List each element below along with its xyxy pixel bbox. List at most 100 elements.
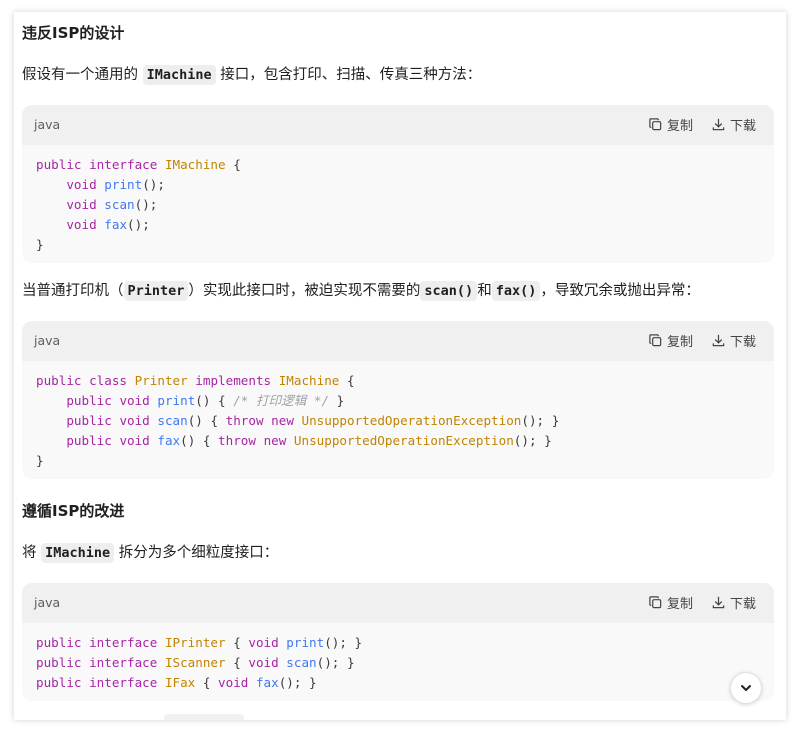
keyword-token: class — [89, 373, 128, 388]
code-line: public interface IMachine { — [36, 155, 760, 175]
code-block-header: java 复制 下载 — [22, 583, 774, 623]
code-block-header: java 复制 下载 — [22, 105, 774, 145]
code-line: } — [36, 451, 760, 471]
section-heading-violate-isp: 违反ISP的设计 — [22, 24, 125, 42]
code-line: public interface IPrinter { void print()… — [36, 633, 760, 653]
class-name-token: IFax — [164, 675, 196, 690]
class-name-token: Printer — [134, 373, 188, 388]
keyword-token: public — [36, 373, 82, 388]
code-text-token: (); } — [278, 675, 317, 690]
code-text-token: () { — [195, 393, 234, 408]
code-body: public class Printer implements IMachine… — [22, 361, 774, 479]
inline-code-scan: scan() — [420, 281, 478, 301]
copy-button[interactable]: 复制 — [648, 115, 693, 134]
code-text-token: (); } — [521, 413, 560, 428]
code-block-printer: java 复制 下载 public class Printer implemen… — [22, 321, 774, 479]
intro-paragraph: 假设有一个通用的 IMachine 接口，包含打印、扫描、传真三种方法： — [22, 64, 481, 86]
keyword-token: interface — [89, 655, 158, 670]
code-text-token: { — [225, 655, 249, 670]
keyword-token: public — [36, 675, 82, 690]
download-button[interactable]: 下载 — [711, 593, 756, 612]
keyword-token: void — [119, 413, 150, 428]
class-name-token: IScanner — [164, 655, 226, 670]
keyword-token: public — [36, 635, 82, 650]
code-text-token: { — [225, 635, 249, 650]
download-button[interactable]: 下载 — [711, 115, 756, 134]
function-token: scan — [157, 413, 188, 428]
copy-icon — [649, 334, 662, 347]
keyword-token: new — [263, 433, 287, 448]
chat-response-content: 违反ISP的设计 假设有一个通用的 IMachine 接口，包含打印、扫描、传真… — [14, 12, 786, 720]
code-text-token: } — [36, 453, 44, 468]
download-button[interactable]: 下载 — [711, 331, 756, 350]
copy-label: 复制 — [666, 597, 693, 612]
keyword-token: public — [36, 157, 82, 172]
keyword-token: interface — [89, 675, 158, 690]
code-language-label: java — [34, 333, 61, 348]
function-token: fax — [255, 675, 279, 690]
code-text-token: } — [36, 237, 44, 252]
printer-text-3: 和 — [477, 283, 492, 299]
scroll-to-bottom-button[interactable] — [730, 672, 762, 704]
code-text-token: (); — [127, 217, 150, 232]
printer-text-4: ，导致冗余或抛出异常： — [540, 283, 700, 299]
keyword-token: void — [119, 393, 150, 408]
code-line: } — [36, 235, 760, 255]
code-line: public class Printer implements IMachine… — [36, 371, 760, 391]
copy-button[interactable]: 复制 — [648, 331, 693, 350]
keyword-token: throw — [225, 413, 264, 428]
copy-icon — [649, 596, 662, 609]
keyword-token: void — [248, 635, 279, 650]
code-language-label: java — [34, 595, 61, 610]
code-text-token: { — [225, 157, 241, 172]
inline-code-printer: Printer — [123, 281, 189, 301]
keyword-token: throw — [218, 433, 256, 448]
class-name-token: UnsupportedOperationException — [301, 413, 522, 428]
function-token: scan — [286, 655, 317, 670]
code-line: public void scan() { throw new Unsupport… — [36, 411, 760, 431]
download-icon — [712, 118, 725, 131]
section-heading-follow-isp: 遵循ISP的改进 — [22, 502, 125, 520]
next-inline-code-partial — [164, 714, 244, 720]
chevron-down-icon — [741, 685, 751, 691]
inline-code-imachine: IMachine — [41, 543, 115, 563]
split-text-after: 拆分为多个细粒度接口： — [118, 545, 279, 561]
code-block-split-interfaces: java 复制 下载 public interface IPrinter { v… — [22, 583, 774, 701]
code-line: void scan(); — [36, 195, 760, 215]
code-line: public interface IFax { void fax(); } — [36, 673, 760, 693]
copy-button[interactable]: 复制 — [648, 593, 693, 612]
code-body: public interface IPrinter { void print()… — [22, 623, 774, 701]
keyword-token: void — [218, 675, 249, 690]
keyword-token: void — [119, 433, 150, 448]
keyword-token: interface — [89, 157, 158, 172]
comment-token: /* 打印逻辑 */ — [233, 393, 330, 408]
function-token: print — [157, 393, 196, 408]
keyword-token: public — [36, 655, 82, 670]
code-line: void print(); — [36, 175, 760, 195]
download-label: 下载 — [729, 597, 756, 612]
code-line: void fax(); — [36, 215, 760, 235]
keyword-token: public — [66, 433, 112, 448]
copy-icon — [649, 118, 662, 131]
keyword-token: void — [66, 177, 97, 192]
code-text-token: (); } — [324, 635, 363, 650]
intro-text-after: 接口，包含打印、扫描、传真三种方法： — [220, 67, 482, 83]
code-text-token: () { — [187, 413, 226, 428]
class-name-token: IPrinter — [164, 635, 226, 650]
class-name-token: IMachine — [164, 157, 226, 172]
download-icon — [712, 596, 725, 609]
